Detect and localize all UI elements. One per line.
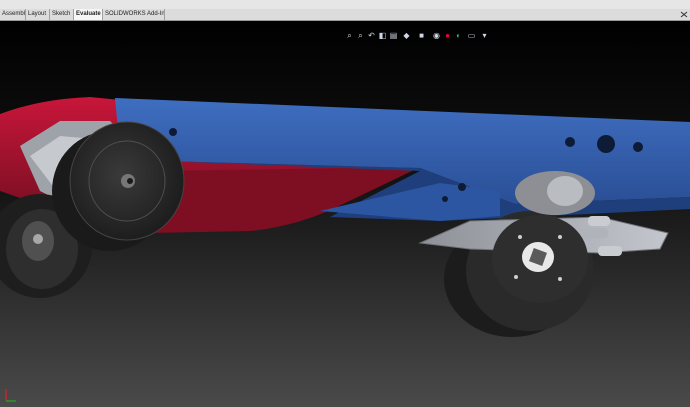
previous-view-icon[interactable]: ↶	[367, 31, 376, 41]
tab-sketch[interactable]: Sketch	[50, 9, 74, 20]
display-style-icon[interactable]: ■	[417, 31, 426, 41]
frame-hole	[458, 183, 466, 191]
dynamic-annotation-icon[interactable]: ▤	[389, 31, 398, 41]
apply-scene-icon[interactable]: ◐	[454, 31, 463, 41]
tab-solidworks-add-ins[interactable]: SOLIDWORKS Add-Ins	[103, 9, 165, 20]
model-view	[0, 21, 690, 407]
frame-hole	[565, 137, 575, 147]
hide-show-items-icon[interactable]: ◉	[432, 31, 441, 41]
frame-hole	[633, 142, 643, 152]
frame-hole	[442, 196, 448, 202]
section-view-icon[interactable]: ◧	[378, 31, 387, 41]
view-settings-icon[interactable]: ▭	[467, 31, 476, 41]
tab-assembly[interactable]: Assembly	[0, 9, 26, 20]
frame-hole	[597, 135, 615, 153]
zoom-to-fit-icon[interactable]: ⌕	[345, 31, 354, 41]
zoom-to-area-icon[interactable]: ⌕	[356, 31, 365, 41]
display-pane-icon[interactable]: ▾	[480, 31, 489, 41]
graphics-area[interactable]: ⌕ ⌕ ↶ ◧ ▤ ◆ ■ ◉ ● ◐ ▭ ▾	[0, 21, 690, 407]
tab-evaluate[interactable]: Evaluate	[74, 9, 103, 20]
view-orientation-icon[interactable]: ◆	[402, 31, 411, 41]
window-controls	[680, 11, 688, 18]
tab-layout[interactable]: Layout	[26, 9, 50, 20]
edit-appearance-icon[interactable]: ●	[443, 31, 452, 41]
command-manager-tabs: Assembly Layout Sketch Evaluate SOLIDWOR…	[0, 9, 690, 21]
close-icon[interactable]	[680, 11, 688, 18]
title-strip	[0, 0, 690, 9]
frame-hole	[169, 128, 177, 136]
